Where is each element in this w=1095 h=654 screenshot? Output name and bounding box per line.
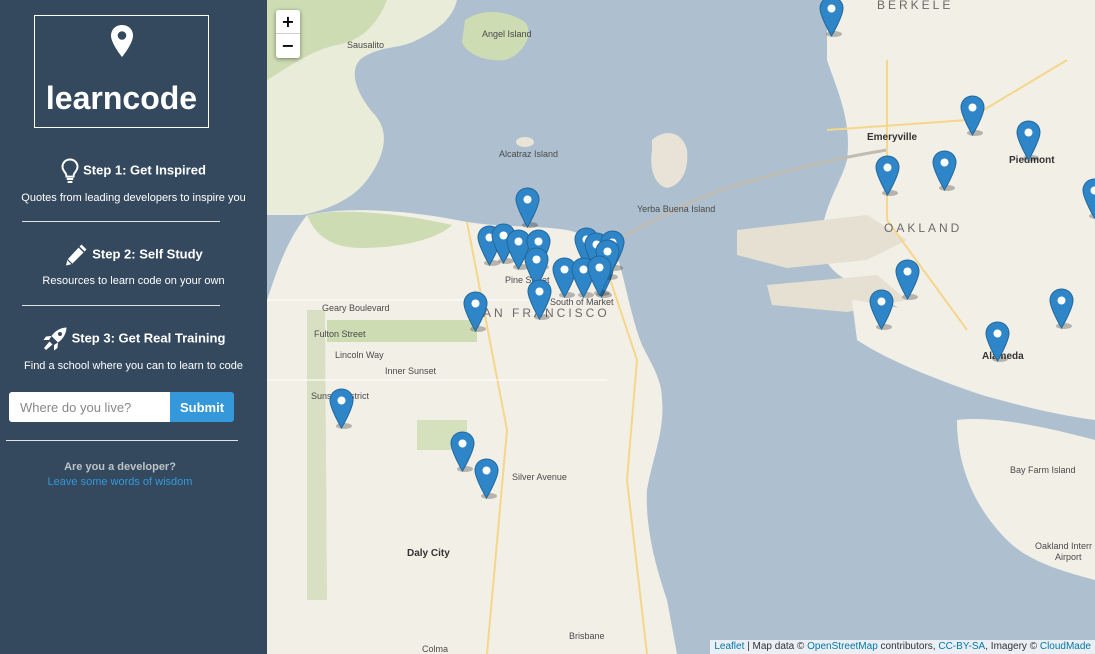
map[interactable]: + − Sausalito Angel Island Alcatraz Isla… <box>267 0 1095 654</box>
location-marker-icon[interactable] <box>527 279 552 320</box>
divider <box>22 221 220 222</box>
map-label: BERKELE <box>877 0 954 12</box>
brand-name: learncode <box>45 80 198 116</box>
osm-link[interactable]: OpenStreetMap <box>807 641 878 652</box>
step-1-description: Quotes from leading developers to inspir… <box>21 192 246 204</box>
map-label: Bay Farm Island <box>1010 465 1076 475</box>
map-label: Inner Sunset <box>385 366 437 376</box>
location-marker-icon[interactable] <box>450 431 475 472</box>
map-label: Colma <box>422 644 449 654</box>
map-label: Geary Boulevard <box>322 303 390 313</box>
zoom-in-button[interactable]: + <box>276 10 300 34</box>
location-marker-icon[interactable] <box>932 150 957 191</box>
submit-button[interactable]: Submit <box>170 392 234 422</box>
map-label: Daly City <box>407 548 450 559</box>
zoom-control: + − <box>276 10 300 58</box>
location-marker-icon[interactable] <box>474 458 499 499</box>
map-label: Angel Island <box>482 29 532 39</box>
map-attribution: Leaflet | Map data © OpenStreetMap contr… <box>710 640 1095 654</box>
map-label: Brisbane <box>569 631 605 641</box>
location-marker-icon[interactable] <box>329 388 354 429</box>
location-marker-icon[interactable] <box>1016 120 1041 161</box>
location-marker-icon[interactable] <box>463 291 488 332</box>
sidebar: learncode Step 1: Get Inspired Quotes fr… <box>0 0 267 654</box>
location-marker-icon[interactable] <box>985 321 1010 362</box>
license-link[interactable]: CC-BY-SA <box>938 641 985 652</box>
step-1-title: Step 1: Get Inspired <box>83 162 206 178</box>
map-pin-icon <box>111 25 133 57</box>
pencil-icon <box>66 244 87 266</box>
zoom-out-button[interactable]: − <box>276 34 300 58</box>
step-real-training[interactable]: Step 3: Get Real Training Find a school … <box>0 326 267 372</box>
lightbulb-icon <box>61 158 79 183</box>
words-of-wisdom-link[interactable]: Leave some words of wisdom <box>0 476 240 488</box>
location-marker-icon[interactable] <box>587 255 612 296</box>
location-marker-icon[interactable] <box>960 95 985 136</box>
location-marker-icon[interactable] <box>875 155 900 196</box>
leaflet-link[interactable]: Leaflet <box>714 641 744 652</box>
map-label: Emeryville <box>867 132 918 143</box>
map-label: Lincoln Way <box>335 350 384 360</box>
step-3-description: Find a school where you can to learn to … <box>24 360 243 372</box>
step-2-title: Step 2: Self Study <box>92 246 203 262</box>
brand-logo[interactable]: learncode <box>34 15 209 128</box>
location-marker-icon[interactable] <box>869 289 894 330</box>
step-self-study[interactable]: Step 2: Self Study Resources to learn co… <box>0 243 267 287</box>
step-3-title: Step 3: Get Real Training <box>71 330 226 346</box>
map-label: South of Market <box>550 297 614 307</box>
divider <box>6 440 238 441</box>
map-label: Silver Avenue <box>512 472 567 482</box>
divider <box>22 305 220 306</box>
location-marker-icon[interactable] <box>515 187 540 228</box>
location-marker-icon[interactable] <box>819 0 844 37</box>
location-search-input[interactable] <box>9 392 170 422</box>
map-label: Fulton Street <box>314 329 366 339</box>
map-label: OAKLAND <box>884 221 963 235</box>
developer-question: Are you a developer? <box>64 461 176 473</box>
provider-link[interactable]: CloudMade <box>1040 641 1091 652</box>
rocket-icon <box>43 327 67 351</box>
step-get-inspired[interactable]: Step 1: Get Inspired Quotes from leading… <box>0 158 267 204</box>
map-label: Airport <box>1055 552 1082 562</box>
location-marker-icon[interactable] <box>1082 178 1095 219</box>
map-label: Sausalito <box>347 40 385 50</box>
location-marker-icon[interactable] <box>895 259 920 300</box>
map-label: Oakland Interr <box>1035 541 1093 551</box>
map-label: Alcatraz Island <box>499 149 559 159</box>
attribution-text: | Map data © <box>744 641 808 652</box>
map-label: Yerba Buena Island <box>637 204 716 214</box>
attribution-text: contributors, <box>877 641 939 652</box>
step-2-description: Resources to learn code on your own <box>42 275 225 287</box>
attribution-text: , Imagery © <box>985 641 1040 652</box>
location-marker-icon[interactable] <box>1049 288 1074 329</box>
